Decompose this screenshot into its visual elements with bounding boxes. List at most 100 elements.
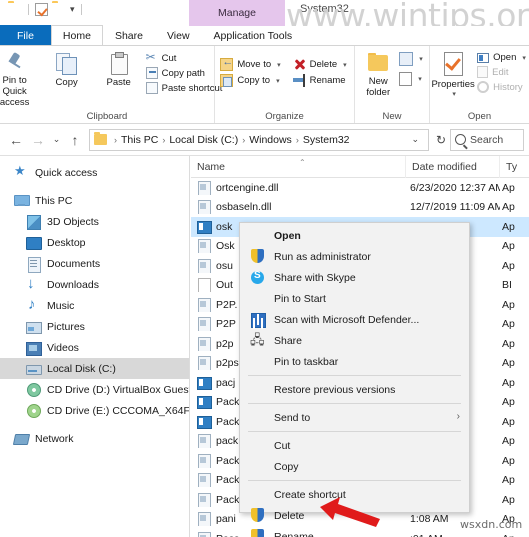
file-name: osbaseln.dll [216, 201, 272, 214]
quick-access-toolbar[interactable]: ▾ [8, 3, 84, 16]
menu-item-pin-to-start[interactable]: Pin to Start [240, 288, 469, 309]
menu-item-cut[interactable]: Cut [240, 435, 469, 456]
easy-access-button[interactable]: ▾ [398, 71, 426, 87]
search-icon [455, 134, 466, 145]
back-button[interactable]: ← [5, 129, 27, 151]
column-header-date-modified[interactable]: Date modified [406, 156, 500, 178]
sidebar-item-this-pc[interactable]: This PC [0, 190, 189, 211]
sidebar-item-cd-drive-d[interactable]: CD Drive (D:) VirtualBox Guest A [0, 379, 189, 400]
menu-item-copy[interactable]: Copy [240, 456, 469, 477]
sidebar-item-label: 3D Objects [47, 215, 99, 228]
table-row[interactable]: osbaseln.dll 12/7/2019 11:09 AM Ap [191, 198, 529, 218]
sidebar-item-quick-access[interactable]: Quick access [0, 162, 189, 183]
properties-button[interactable]: Properties ▾ [430, 49, 476, 100]
paste-shortcut-button[interactable]: Paste shortcut [145, 81, 226, 95]
folder-icon[interactable] [8, 3, 22, 16]
tab-application-tools[interactable]: Application Tools [202, 25, 305, 45]
sidebar-item-pictures[interactable]: Pictures [0, 316, 189, 337]
search-input[interactable]: Search [450, 128, 524, 151]
column-header-name[interactable]: Name ⌃ [191, 156, 406, 178]
menu-item-run-as-administrator[interactable]: Run as administrator [240, 246, 469, 267]
open-label: Open [493, 52, 517, 63]
chevron-down-icon[interactable]: ▾ [419, 55, 423, 63]
breadcrumb-separator: › [242, 134, 246, 145]
navigation-pane: Quick access This PC 3D Objects Desktop … [0, 156, 190, 537]
menu-item-pin-to-taskbar[interactable]: Pin to taskbar [240, 351, 469, 372]
sidebar-item-music[interactable]: Music [0, 295, 189, 316]
recent-locations-button[interactable]: ⌄ [49, 129, 64, 151]
sidebar-item-label: Quick access [35, 166, 98, 179]
sidebar-item-desktop[interactable]: Desktop [0, 232, 189, 253]
sidebar-item-cd-drive-e[interactable]: CD Drive (E:) CCCOMA_X64FRE_ [0, 400, 189, 421]
copy-to-button[interactable]: Copy to ▾ [219, 73, 283, 88]
chevron-down-icon[interactable]: ▾ [70, 3, 75, 16]
file-name: osu [216, 259, 233, 272]
chevron-down-icon[interactable]: ▾ [418, 75, 422, 83]
breadcrumb-system32[interactable]: System32 [303, 134, 350, 146]
column-header-type[interactable]: Ty [500, 156, 529, 178]
menu-item-open[interactable]: Open [240, 225, 469, 246]
rename-button[interactable]: Rename [292, 73, 350, 88]
downloads-icon [26, 275, 41, 292]
tab-view[interactable]: View [155, 25, 202, 45]
breadcrumb-local-disk[interactable]: Local Disk (C:) [169, 134, 238, 146]
file-name: Pass [216, 533, 239, 537]
dll-file-icon [197, 297, 211, 312]
sidebar-item-local-disk-c[interactable]: Local Disk (C:) [0, 358, 189, 379]
ribbon-group-organize: Move to ▾ Copy to ▾ Delete ▾ [215, 46, 355, 123]
menu-item-scan-with-defender[interactable]: Scan with Microsoft Defender... [240, 309, 469, 330]
sidebar-item-label: CD Drive (E:) CCCOMA_X64FRE_ [47, 404, 189, 417]
sidebar-item-videos[interactable]: Videos [0, 337, 189, 358]
chevron-down-icon[interactable]: ▾ [276, 77, 280, 85]
move-to-button[interactable]: Move to ▾ [219, 56, 283, 72]
exe-file-icon [197, 415, 212, 429]
delete-button[interactable]: Delete ▾ [292, 57, 350, 72]
star-icon [14, 163, 29, 180]
chevron-down-icon[interactable]: ▾ [343, 61, 347, 69]
new-folder-button[interactable]: New folder [358, 49, 398, 100]
rename-icon [292, 74, 306, 87]
menu-item-share-with-skype[interactable]: Share with Skype [240, 267, 469, 288]
chevron-down-icon[interactable]: ▾ [277, 61, 281, 69]
easy-access-icon [399, 72, 413, 86]
copy-path-button[interactable]: Copy path [145, 66, 226, 80]
annotation-arrow-icon [320, 497, 380, 527]
cut-label: Cut [161, 52, 177, 64]
new-folder-icon[interactable] [52, 3, 66, 16]
cut-button[interactable]: Cut [145, 50, 226, 65]
sidebar-item-downloads[interactable]: Downloads [0, 274, 189, 295]
menu-item-rename[interactable]: Rename [240, 526, 469, 537]
properties-icon[interactable] [35, 3, 48, 16]
dll-file-icon [197, 356, 211, 371]
tab-file[interactable]: File [0, 25, 51, 45]
refresh-button[interactable]: ↻ [432, 133, 450, 147]
paste-button[interactable]: Paste [93, 49, 145, 90]
sidebar-item-3d-objects[interactable]: 3D Objects [0, 211, 189, 232]
sidebar-item-label: Music [47, 299, 75, 312]
chevron-down-icon[interactable]: ▾ [452, 90, 456, 98]
breadcrumb-this-pc[interactable]: This PC [121, 134, 158, 146]
tab-application-tools-label: Application Tools [213, 29, 293, 42]
new-item-button[interactable]: ▾ [398, 51, 426, 67]
copy-button[interactable]: Copy [41, 49, 93, 90]
sidebar-item-documents[interactable]: Documents [0, 253, 189, 274]
breadcrumb-windows[interactable]: Windows [249, 134, 292, 146]
forward-button[interactable]: → [27, 129, 49, 151]
open-button[interactable]: Open ▾ [476, 51, 529, 64]
chevron-down-icon[interactable]: ▾ [522, 54, 526, 62]
tab-home[interactable]: Home [50, 25, 103, 45]
menu-item-share[interactable]: Share [240, 330, 469, 353]
menu-item-send-to[interactable]: Send to › [240, 407, 469, 428]
paste-shortcut-icon [145, 82, 158, 94]
up-button[interactable]: ↑ [64, 129, 86, 151]
contextual-tab-manage: Manage [189, 0, 285, 26]
sidebar-item-network[interactable]: Network [0, 428, 189, 449]
tab-share[interactable]: Share [103, 25, 155, 45]
breadcrumb[interactable]: › This PC › Local Disk (C:) › Windows › … [89, 128, 429, 151]
menu-item-restore-previous-versions[interactable]: Restore previous versions [240, 379, 469, 400]
dll-file-icon [197, 258, 211, 273]
pin-to-quick-access-button[interactable]: Pin to Quick access [0, 49, 41, 110]
pin-to-quick-access-label: Pin to Quick access [0, 75, 30, 108]
chevron-down-icon[interactable]: ⌄ [406, 134, 424, 145]
table-row[interactable]: ortcengine.dll 6/23/2020 12:37 AM Ap [191, 178, 529, 198]
